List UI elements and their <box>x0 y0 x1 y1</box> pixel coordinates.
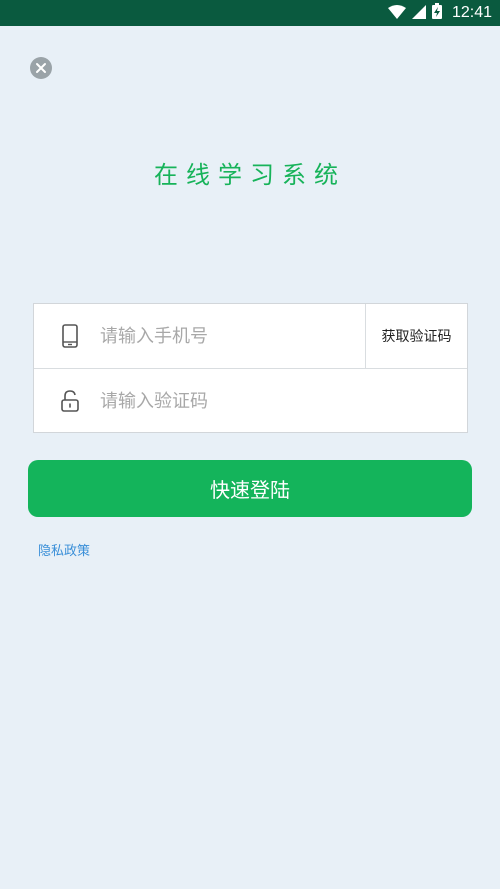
login-form: 获取验证码 <box>33 303 468 433</box>
code-input[interactable] <box>100 383 430 419</box>
status-bar: 12:41 <box>0 0 500 26</box>
phone-icon <box>59 324 81 348</box>
privacy-policy-link[interactable]: 隐私政策 <box>38 540 90 559</box>
login-button[interactable]: 快速登陆 <box>28 460 472 517</box>
phone-input[interactable] <box>100 318 360 354</box>
get-code-button[interactable]: 获取验证码 <box>365 304 467 368</box>
phone-row: 获取验证码 <box>34 304 467 369</box>
battery-charging-icon <box>431 3 442 23</box>
page-title: 在线学习系统 <box>154 161 346 189</box>
lock-icon <box>59 389 81 413</box>
status-time: 12:41 <box>451 4 492 21</box>
status-icons: 12:41 <box>387 0 492 26</box>
wifi-icon <box>387 4 406 23</box>
code-row <box>34 369 467 433</box>
close-icon <box>35 59 47 78</box>
close-button[interactable] <box>30 57 52 79</box>
signal-icon <box>411 4 426 23</box>
